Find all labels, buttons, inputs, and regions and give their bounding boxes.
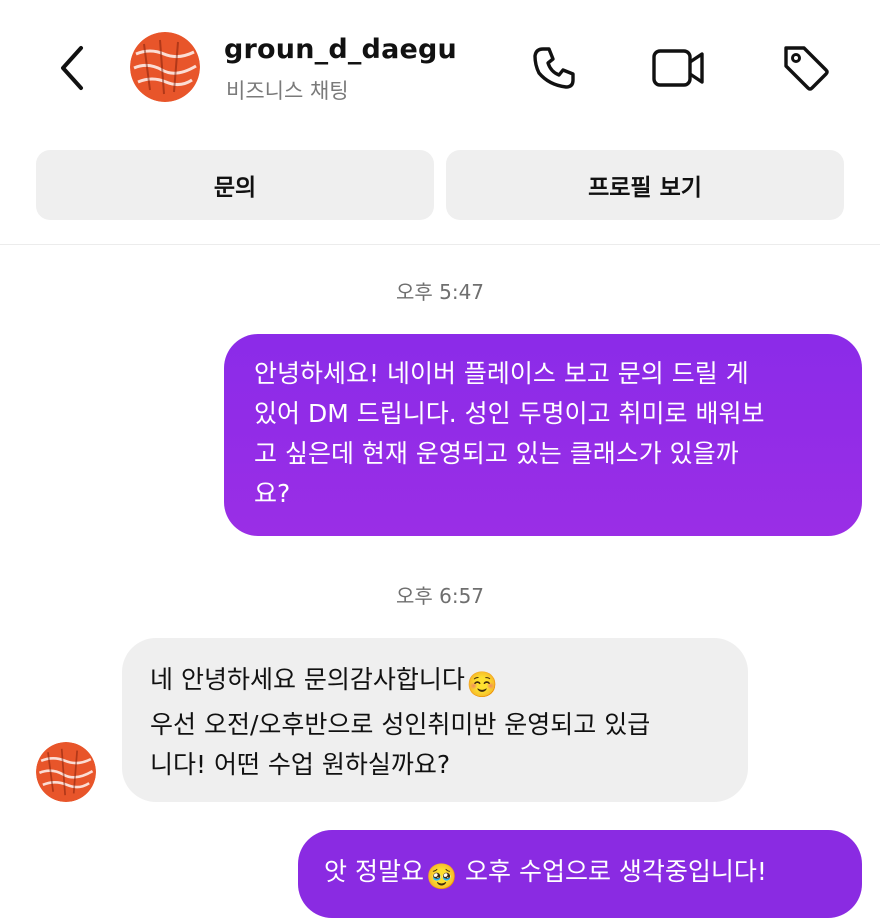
message-text: 네 안녕하세요 문의감사합니다 (150, 665, 465, 694)
inquiry-button[interactable]: 문의 (36, 150, 434, 220)
back-icon (61, 46, 83, 90)
message-text-line: 앗 정말요🥹 오후 수업으로 생각중입니다! (324, 852, 834, 897)
pleading-face-emoji-icon: 🥹 (425, 862, 458, 891)
message-timestamp: 오후 5:47 (395, 280, 485, 304)
message-text-line: 요? (254, 479, 291, 508)
account-avatar[interactable] (130, 32, 200, 102)
chat-header: groun_d_daegu 비즈니스 채팅 (0, 0, 880, 140)
tag-button[interactable] (778, 40, 834, 96)
sender-avatar[interactable] (36, 742, 96, 802)
video-call-button[interactable] (650, 40, 706, 96)
message-text-line: 우선 오전/오후반으로 성인취미반 운영되고 있급 (150, 710, 651, 739)
message-text-line: 네 안녕하세요 문의감사합니다☺️ (150, 660, 722, 705)
message-text-line: 안녕하세요! 네이버 플레이스 보고 문의 드릴 게 (254, 359, 749, 388)
call-button[interactable] (526, 40, 582, 96)
message-text-line: 니다! 어떤 수업 원하실까요? (150, 750, 451, 779)
outgoing-message[interactable]: 안녕하세요! 네이버 플레이스 보고 문의 드릴 게 있어 DM 드립니다. 성… (224, 334, 862, 536)
phone-icon (533, 47, 575, 89)
outgoing-message[interactable]: 앗 정말요🥹 오후 수업으로 생각중입니다! (298, 830, 862, 918)
smiling-face-emoji-icon: ☺️ (466, 670, 499, 699)
message-text: 앗 정말요 (324, 857, 424, 886)
chat-type-label: 비즈니스 채팅 (226, 79, 349, 103)
incoming-message[interactable]: 네 안녕하세요 문의감사합니다☺️ 우선 오전/오후반으로 성인취미반 운영되고… (122, 638, 748, 802)
video-icon (652, 49, 704, 87)
message-text-line: 있어 DM 드립니다. 성인 두명이고 취미로 배워보 (254, 399, 765, 428)
message-timestamp: 오후 6:57 (395, 584, 485, 608)
view-profile-button[interactable]: 프로필 보기 (446, 150, 844, 220)
message-text: 오후 수업으로 생각중입니다! (457, 857, 767, 886)
back-button[interactable] (50, 38, 94, 98)
header-divider (0, 244, 880, 245)
tag-icon (784, 46, 829, 91)
message-text-line: 고 싶은데 현재 운영되고 있는 클래스가 있을까 (254, 439, 739, 468)
account-name[interactable]: groun_d_daegu (224, 34, 457, 65)
